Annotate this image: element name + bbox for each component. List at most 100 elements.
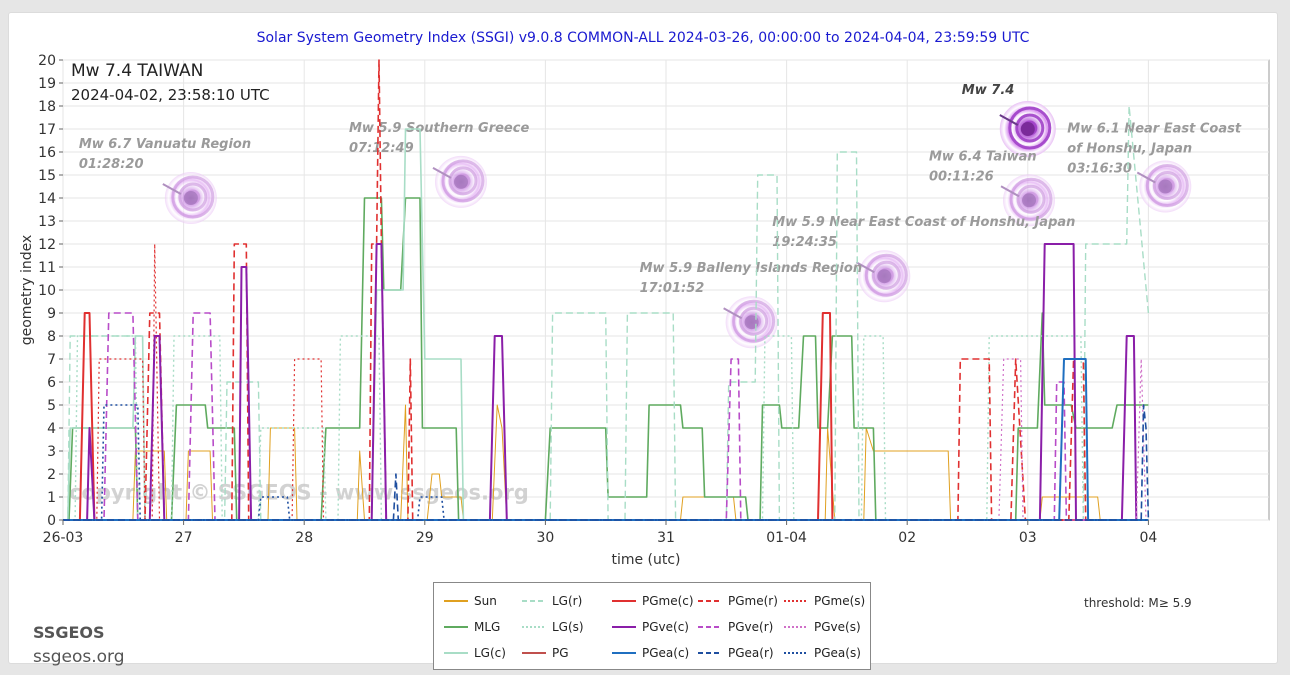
legend-label: PGve(c)	[642, 620, 689, 634]
legend-item: PG	[522, 644, 569, 662]
y-tick-label: 13	[38, 214, 56, 230]
legend-label: Sun	[474, 594, 497, 608]
legend-swatch	[612, 626, 636, 628]
y-tick-label: 9	[47, 306, 56, 322]
event-time: 19:24:35	[772, 235, 837, 250]
event-core	[453, 174, 468, 189]
legend-item: Sun	[444, 592, 497, 610]
legend-item: LG(c)	[444, 644, 506, 662]
y-tick-label: 17	[38, 122, 56, 138]
chart-frame: copyright © SSGEOS - www.ssgeos.org Mw 6.…	[8, 12, 1278, 670]
y-tick-label: 12	[38, 237, 56, 253]
event-time: 07:12:49	[349, 141, 414, 156]
event-time: 01:28:20	[79, 157, 144, 172]
legend-item: PGve(s)	[784, 618, 861, 636]
y-tick-label: 20	[38, 53, 56, 69]
y-tick-label: 6	[47, 375, 56, 391]
legend-item: PGve(r)	[698, 618, 773, 636]
y-tick-label: 0	[47, 513, 56, 529]
threshold-label: threshold: M≥ 5.9	[1084, 596, 1192, 610]
legend-swatch	[784, 626, 808, 628]
legend-swatch	[698, 600, 722, 602]
brand-name: SSGEOS	[33, 623, 105, 642]
legend-swatch	[698, 626, 722, 628]
y-tick-label: 16	[38, 145, 56, 161]
event-label: Mw 6.4 Taiwan	[929, 149, 1037, 164]
legend-label: PG	[552, 646, 569, 660]
legend-label: PGea(c)	[642, 646, 690, 660]
event-time: 17:01:52	[640, 281, 705, 296]
legend-swatch	[698, 652, 722, 654]
legend-swatch	[444, 626, 468, 628]
event-time: 00:11:26	[929, 169, 994, 184]
legend-item: LG(r)	[522, 592, 582, 610]
y-tick-label: 15	[38, 168, 56, 184]
legend-label: PGme(r)	[728, 594, 778, 608]
x-tick-label: 04	[1139, 530, 1157, 546]
legend-label: PGve(s)	[814, 620, 861, 634]
x-tick-label: 02	[898, 530, 916, 546]
event-label: of Honshu, Japan	[1067, 142, 1192, 157]
legend-label: LG(s)	[552, 620, 584, 634]
legend-label: PGve(r)	[728, 620, 774, 634]
legend-item: PGme(c)	[612, 592, 694, 610]
y-tick-label: 19	[38, 76, 56, 92]
legend-item: PGea(c)	[612, 644, 689, 662]
x-tick-label: 26-03	[43, 530, 84, 546]
x-tick-label: 01-04	[766, 530, 807, 546]
event-time: 03:16:30	[1067, 162, 1132, 177]
event-core	[1020, 122, 1035, 136]
y-tick-label: 4	[47, 421, 56, 437]
y-tick-label: 14	[38, 191, 56, 207]
legend-label: PGea(r)	[728, 646, 774, 660]
y-tick-label: 10	[38, 283, 56, 299]
y-tick-label: 7	[47, 352, 56, 368]
event-core	[1022, 193, 1037, 208]
legend-swatch	[612, 600, 636, 602]
legend-item: PGea(s)	[784, 644, 861, 662]
x-tick-label: 28	[295, 530, 313, 546]
event-label: Mw 6.1 Near East Coast	[1067, 122, 1242, 137]
legend-label: MLG	[474, 620, 501, 634]
event-core	[1158, 179, 1173, 194]
x-tick-label: 03	[1019, 530, 1037, 546]
legend-swatch	[522, 652, 546, 654]
y-tick-label: 18	[38, 99, 56, 115]
x-tick-label: 29	[416, 530, 434, 546]
event-label: Mw 6.7 Vanuatu Region	[79, 137, 251, 152]
legend-swatch	[444, 652, 468, 654]
y-axis-label: geometry index	[19, 235, 35, 346]
event-label: Mw 5.9 Balleny Islands Region	[640, 261, 862, 276]
event-label: Mw 5.9 Southern Greece	[349, 121, 529, 136]
legend-item: PGve(c)	[612, 618, 689, 636]
legend-swatch	[612, 652, 636, 654]
y-tick-label: 5	[47, 398, 56, 414]
legend-label: PGea(s)	[814, 646, 861, 660]
x-axis-label: time (utc)	[611, 552, 680, 568]
legend-label: LG(c)	[474, 646, 506, 660]
event-label: Mw 5.9 Near East Coast of Honshu, Japan	[772, 215, 1075, 230]
y-tick-label: 2	[47, 467, 56, 483]
event-title: Mw 7.4 TAIWAN	[71, 61, 203, 81]
legend-swatch	[444, 600, 468, 602]
brand-url: ssgeos.org	[33, 647, 125, 667]
legend: Sun LG(r) PGme(c) PGme(r) PGme(s) MLG LG(s) PGv…	[433, 582, 871, 670]
legend-item: PGea(r)	[698, 644, 774, 662]
y-tick-label: 8	[47, 329, 56, 345]
legend-swatch	[522, 626, 546, 628]
legend-label: PGme(c)	[642, 594, 694, 608]
chart-title: Solar System Geometry Index (SSGI) v9.0.…	[257, 30, 1030, 46]
event-core	[877, 269, 892, 284]
legend-swatch	[784, 600, 808, 602]
legend-swatch	[784, 652, 808, 654]
legend-swatch	[522, 600, 546, 602]
event-label: Mw 7.4	[962, 83, 1015, 98]
event-core	[183, 191, 198, 205]
legend-label: PGme(s)	[814, 594, 866, 608]
legend-item: LG(s)	[522, 618, 584, 636]
x-tick-label: 31	[657, 530, 675, 546]
event-datetime: 2024-04-02, 23:58:10 UTC	[71, 86, 270, 104]
y-tick-label: 11	[38, 260, 56, 276]
legend-item: PGme(s)	[784, 592, 865, 610]
legend-item: PGme(r)	[698, 592, 778, 610]
